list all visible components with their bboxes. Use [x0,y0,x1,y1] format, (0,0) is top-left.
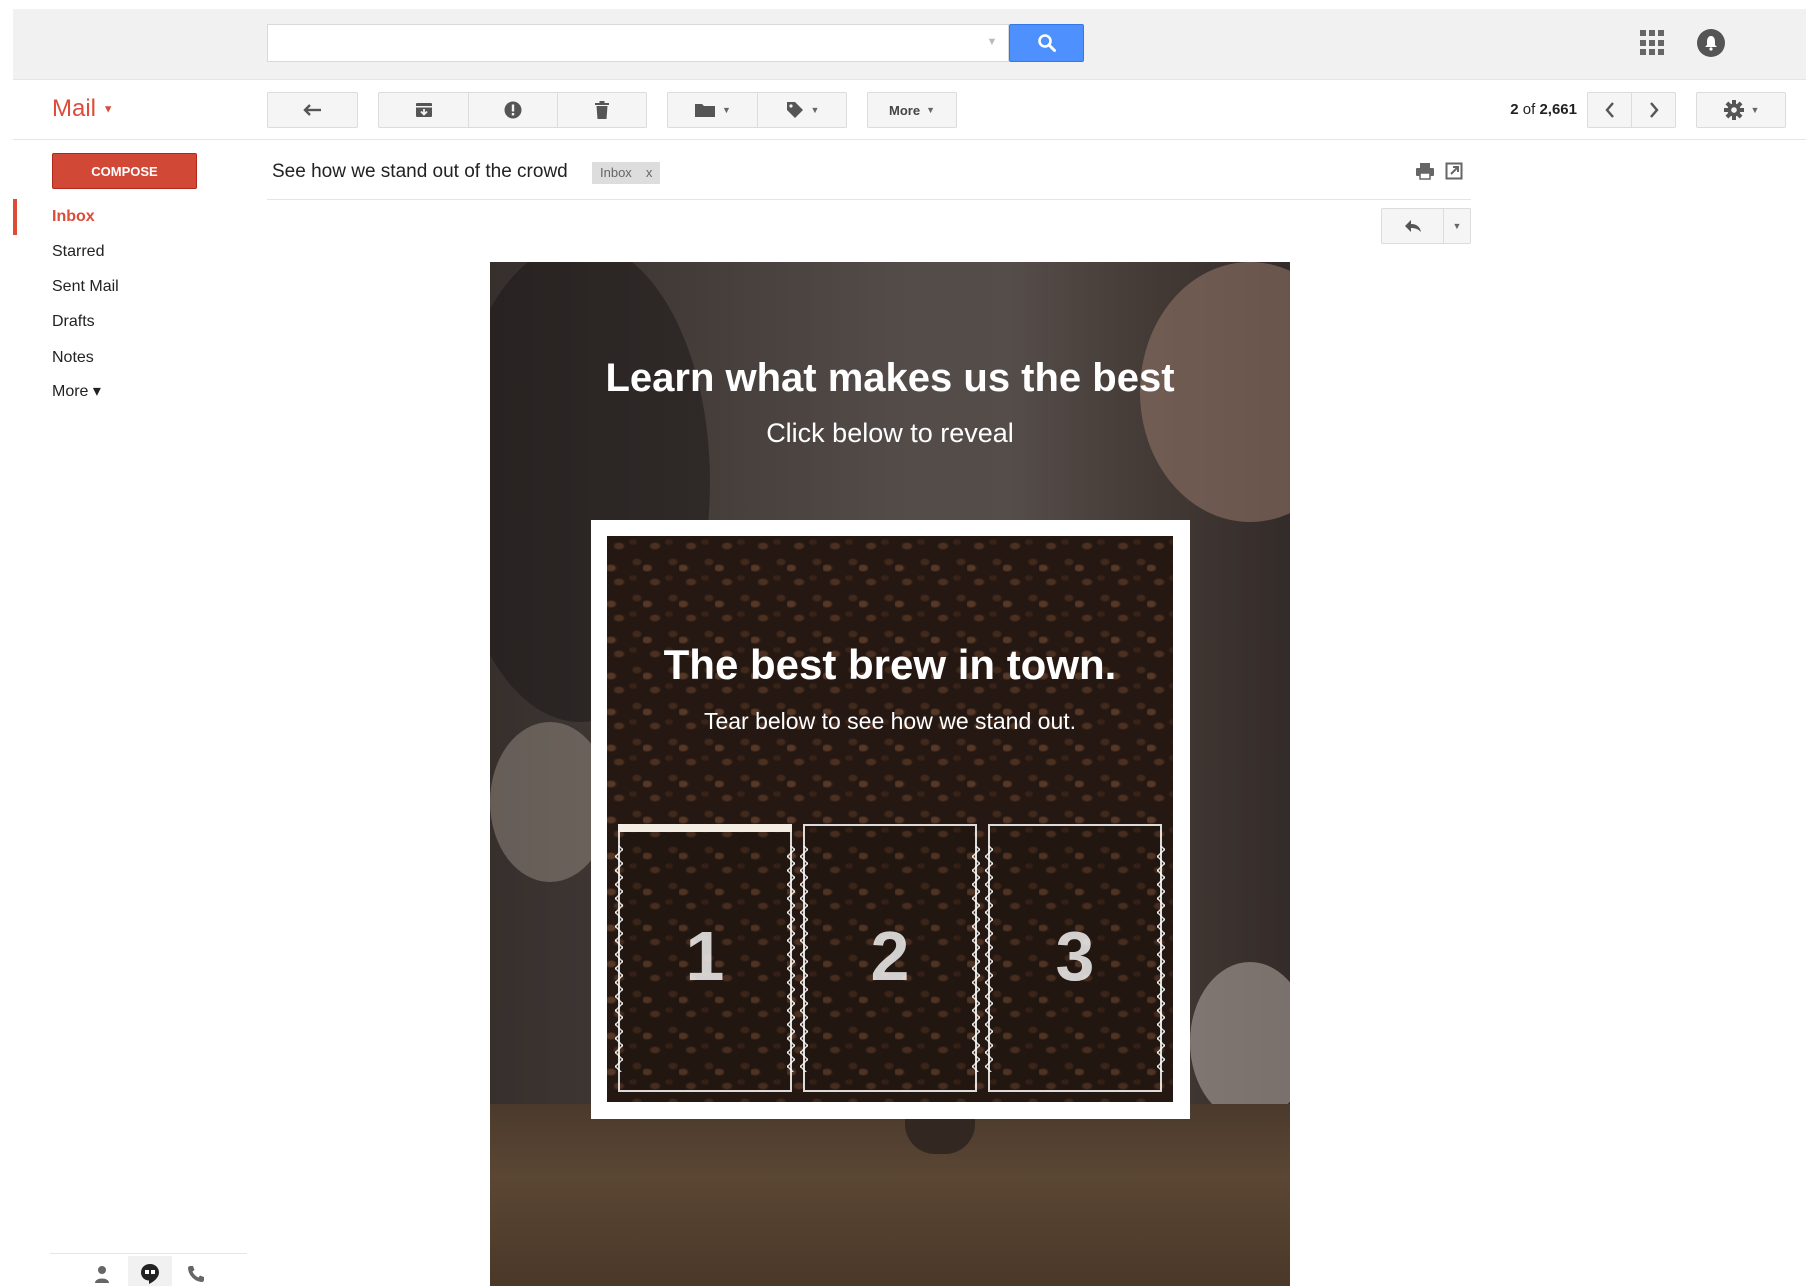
hangouts-tab[interactable] [130,1262,170,1286]
sidebar-item-sent-mail[interactable]: Sent Mail [52,277,119,297]
settings-button[interactable]: ▼ [1696,92,1786,128]
ticket-number: 1 [685,917,725,995]
ticket-number: 3 [1055,917,1095,995]
sidebar-item-more[interactable]: More ▾ [52,382,101,402]
gear-icon [1723,100,1744,120]
tear-ticket-1[interactable]: 1 [615,824,795,1092]
newer-button[interactable] [1587,92,1632,128]
chevron-down-icon: ▼ [102,103,114,116]
chevron-down-icon: ▼ [810,105,820,115]
back-button[interactable] [267,92,358,128]
new-window-icon[interactable] [1445,162,1463,180]
compose-button[interactable]: COMPOSE [52,153,197,189]
chevron-right-icon [1649,102,1659,118]
folder-icon [695,104,716,117]
search-icon [1037,34,1056,52]
sidebar-item-drafts[interactable]: Drafts [52,312,95,332]
inbox-label-chip[interactable]: Inbox x [592,162,661,184]
selected-folder-marker [13,199,17,235]
hangouts-icon [141,1264,159,1284]
tear-ticket-2[interactable]: 2 [800,824,980,1092]
compose-label: COMPOSE [91,163,158,179]
reply-icon [1404,220,1421,232]
more-actions-label: More [889,102,921,118]
older-button[interactable] [1631,92,1676,128]
print-icon[interactable] [1415,162,1435,180]
delete-button[interactable] [557,92,647,128]
label-chip-text: Inbox [600,165,632,180]
phone-tab[interactable] [176,1262,216,1286]
apps-grid-icon[interactable] [1640,30,1666,56]
message-subject: See how we stand out of the crowd [272,161,568,182]
chevron-down-icon: ▼ [1452,221,1462,231]
more-actions-button[interactable]: More ▼ [867,92,957,128]
ticket-number: 2 [870,917,910,995]
sidebar-item-notes[interactable]: Notes [52,348,94,368]
trash-icon [595,101,609,119]
chevron-left-icon [1604,102,1614,118]
archive-button[interactable] [378,92,469,128]
chevron-down-icon: ▼ [722,105,731,115]
back-arrow-icon [302,104,321,116]
more-reply-options-button[interactable]: ▼ [1443,208,1471,244]
email-hero-image: Learn what makes us the best Click below… [490,262,1290,1286]
labels-button[interactable]: ▼ [757,92,847,128]
sidebar-item-inbox[interactable]: Inbox [52,207,95,227]
phone-icon [188,1266,204,1282]
reply-button-group: ▼ [1381,208,1471,244]
hero-title: Learn what makes us the best [605,356,1175,400]
remove-label-button[interactable]: x [646,162,653,184]
card-subtitle: Tear below to see how we stand out. [703,708,1077,734]
card-title: The best brew in town. [663,641,1117,688]
reply-button[interactable] [1381,208,1444,244]
ticket-1-tear-strip [618,824,792,832]
chevron-down-icon: ▼ [1750,105,1760,115]
sidebar-divider [50,1253,247,1254]
mail-label: Mail [52,95,97,122]
mail-menu[interactable]: Mail ▼ [52,94,114,125]
search-button[interactable] [1009,24,1084,62]
contacts-tab[interactable] [82,1262,122,1286]
search-input[interactable] [267,24,1009,62]
sidebar-item-starred[interactable]: Starred [52,242,104,262]
hero-mug-right [1190,962,1290,1122]
tear-ticket-3[interactable]: 3 [985,824,1165,1092]
person-icon [95,1266,109,1283]
pager-count: 2 of 2,661 [1487,98,1577,122]
hero-subtitle: Click below to reveal [766,418,1014,448]
pager-of: of [1518,101,1540,118]
pager-total: 2,661 [1539,101,1577,118]
tag-icon [786,102,803,118]
report-spam-icon [504,101,522,119]
reveal-card: The best brew in town. Tear below to see… [607,536,1173,1102]
archive-icon [415,103,432,117]
pager-current: 2 [1510,101,1519,118]
chevron-down-icon: ▼ [926,105,935,115]
move-to-button[interactable]: ▼ [667,92,758,128]
report-spam-button[interactable] [468,92,558,128]
hero-table [490,1104,1290,1286]
header-divider [267,199,1471,200]
search-options-caret-icon[interactable]: ▼ [983,33,1001,51]
notifications-icon[interactable] [1697,29,1725,57]
